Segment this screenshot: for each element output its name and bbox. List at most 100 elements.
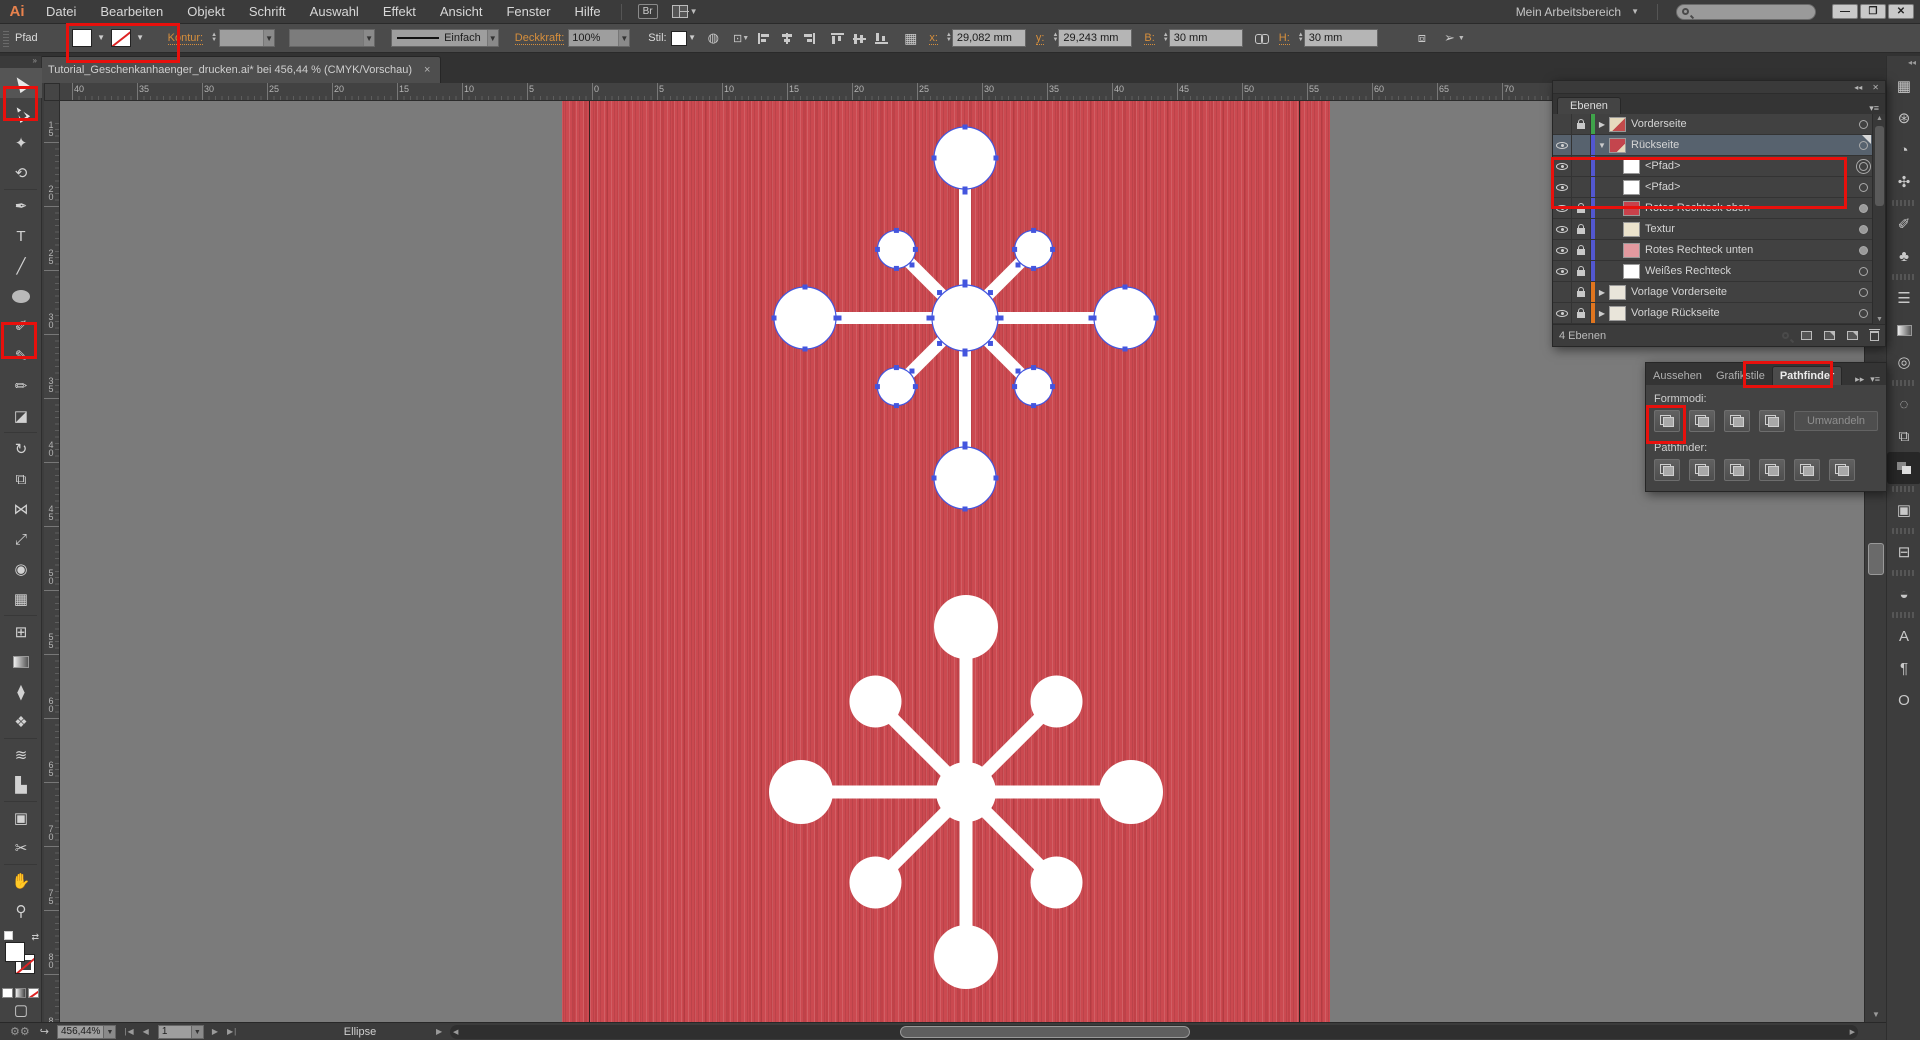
last-artboard-button[interactable]: ▶| xyxy=(227,1027,237,1036)
pencil-tool[interactable]: ✎ xyxy=(0,341,42,371)
align-left-button[interactable] xyxy=(758,33,771,44)
align-top-button[interactable] xyxy=(831,33,844,44)
align-bottom-button[interactable] xyxy=(875,33,888,44)
color-mode-button[interactable] xyxy=(2,988,13,998)
panel-grip[interactable] xyxy=(3,29,9,47)
menu-datei[interactable]: Datei xyxy=(34,4,88,19)
stroke-icon[interactable]: ☰ xyxy=(1887,282,1920,314)
target-indicator[interactable] xyxy=(1852,288,1874,297)
none-mode-button[interactable] xyxy=(28,988,39,998)
layer-thumbnail[interactable] xyxy=(1623,201,1640,216)
artboard-dropdown-arrow[interactable]: ▼ xyxy=(192,1025,204,1039)
visibility-toggle[interactable] xyxy=(1553,303,1572,323)
zoom-dropdown-arrow[interactable]: ▼ xyxy=(104,1025,116,1039)
layer-row-9[interactable]: ▶Vorlage Vorderseite xyxy=(1553,282,1885,303)
ellipse-tool[interactable] xyxy=(0,281,42,311)
layer-thumbnail[interactable] xyxy=(1623,159,1640,174)
target-indicator[interactable] xyxy=(1852,225,1874,234)
lock-toggle[interactable] xyxy=(1572,177,1591,197)
minimize-button[interactable]: — xyxy=(1832,4,1858,19)
menu-effekt[interactable]: Effekt xyxy=(371,4,428,19)
x-label[interactable]: x: xyxy=(929,32,938,45)
layer-thumbnail[interactable] xyxy=(1623,180,1640,195)
lock-toggle[interactable] xyxy=(1572,156,1591,176)
lasso-tool[interactable]: ⟲ xyxy=(0,158,42,188)
height-label[interactable]: H: xyxy=(1279,32,1290,45)
target-indicator[interactable] xyxy=(1852,162,1874,171)
shape-builder-tool[interactable]: ◉ xyxy=(0,554,42,584)
layer-row-8[interactable]: Weißes Rechteck xyxy=(1553,261,1885,282)
style-select[interactable]: ▼ xyxy=(671,29,698,47)
lock-toggle[interactable] xyxy=(1572,219,1591,239)
new-sublayer-icon[interactable] xyxy=(1824,331,1835,340)
lock-toggle[interactable] xyxy=(1572,261,1591,281)
next-artboard-button[interactable]: ▶ xyxy=(212,1027,219,1036)
layer-row-6[interactable]: Textur xyxy=(1553,219,1885,240)
height-field[interactable]: 30 mm xyxy=(1304,29,1378,47)
artboard[interactable] xyxy=(562,101,1330,1022)
menu-fenster[interactable]: Fenster xyxy=(494,4,562,19)
dock-group-grip[interactable] xyxy=(1892,486,1915,492)
paintbrush-tool[interactable]: ✐ xyxy=(0,311,42,341)
tab-aussehen[interactable]: Aussehen xyxy=(1646,367,1709,385)
pathfinder-icon[interactable] xyxy=(1887,452,1920,484)
color-guide-icon[interactable]: ◔ xyxy=(1887,134,1920,166)
toolbar-collapse-icon[interactable]: » xyxy=(0,56,41,68)
align-middle-button[interactable] xyxy=(853,33,866,44)
width-tool[interactable]: ⋈ xyxy=(0,494,42,524)
scroll-down-icon[interactable]: ▼ xyxy=(1865,1008,1887,1022)
layer-row-3[interactable]: <Pfad> xyxy=(1553,156,1885,177)
restore-button[interactable]: ❐ xyxy=(1860,4,1886,19)
pathfinder-trim-button[interactable] xyxy=(1689,459,1715,481)
lock-toggle[interactable] xyxy=(1572,303,1591,323)
pathfinder-outline-button[interactable] xyxy=(1794,459,1820,481)
panel-menu-icon[interactable]: ▾≡ xyxy=(1869,103,1885,114)
constrain-proportions-icon[interactable] xyxy=(1255,33,1269,43)
visibility-toggle[interactable] xyxy=(1553,198,1572,218)
dock-group-grip[interactable] xyxy=(1892,200,1915,206)
brushes-icon[interactable]: ✐ xyxy=(1887,208,1920,240)
new-layer-icon[interactable] xyxy=(1847,331,1858,340)
shape-mode-minus-front-button[interactable] xyxy=(1689,410,1715,432)
menu-bearbeiten[interactable]: Bearbeiten xyxy=(88,4,175,19)
y-label[interactable]: y: xyxy=(1036,32,1045,45)
scroll-up-icon[interactable]: ▲ xyxy=(1876,115,1883,122)
dock-group-grip[interactable] xyxy=(1892,612,1915,618)
swap-fill-stroke-icon[interactable]: ⇄ xyxy=(31,932,39,943)
expand-arrow-icon[interactable]: ▶ xyxy=(1595,288,1609,297)
gradient-mode-button[interactable] xyxy=(15,988,26,998)
status-expand-icon[interactable]: ▶ xyxy=(436,1027,442,1036)
dock-group-grip[interactable] xyxy=(1892,274,1915,280)
pen-tool[interactable]: ✒ xyxy=(0,191,42,221)
opacity-select[interactable]: 100%▼ xyxy=(568,29,630,47)
dock-collapse-icon[interactable]: ◂◂ xyxy=(1887,56,1920,70)
expand-arrow-icon[interactable]: ▶ xyxy=(1595,309,1609,318)
transparency-icon[interactable]: ◎ xyxy=(1887,346,1920,378)
scroll-right-icon[interactable]: ▶ xyxy=(1850,1028,1855,1036)
perspective-grid-tool[interactable]: ▦ xyxy=(0,584,42,614)
target-indicator[interactable] xyxy=(1852,120,1874,129)
symbols-icon[interactable]: ♣ xyxy=(1887,240,1920,272)
paragraph-icon[interactable]: ¶ xyxy=(1887,652,1920,684)
delete-layer-icon[interactable] xyxy=(1870,331,1879,341)
width-profile-select[interactable]: ▼ xyxy=(289,29,375,47)
layer-thumbnail[interactable] xyxy=(1623,222,1640,237)
panel-menu-icon[interactable]: ▾≡ xyxy=(1870,374,1880,385)
stroke-swatch[interactable] xyxy=(111,29,131,47)
target-indicator[interactable] xyxy=(1852,183,1874,192)
dock-group-grip[interactable] xyxy=(1892,380,1915,386)
layers-panel-dragbar[interactable]: ◂◂ ✕ xyxy=(1553,81,1885,94)
panel-close-icon[interactable]: ✕ xyxy=(1872,83,1879,92)
swatches-icon[interactable]: ▦ xyxy=(1887,70,1920,102)
select-similar-button[interactable]: ➢ ▼ xyxy=(1444,30,1465,46)
visibility-toggle[interactable] xyxy=(1553,240,1572,260)
blend-tool[interactable]: ❖ xyxy=(0,707,42,737)
color-icon[interactable]: ⊛ xyxy=(1887,102,1920,134)
hand-tool[interactable]: ✋ xyxy=(0,866,42,896)
scroll-left-icon[interactable]: ◀ xyxy=(453,1028,458,1036)
locate-object-icon[interactable] xyxy=(1782,332,1789,339)
first-artboard-button[interactable]: |◀ xyxy=(124,1027,134,1036)
align-center-button[interactable] xyxy=(780,33,793,44)
artboards-icon[interactable]: ⊟ xyxy=(1887,536,1920,568)
x-field[interactable]: 29,082 mm xyxy=(952,29,1026,47)
